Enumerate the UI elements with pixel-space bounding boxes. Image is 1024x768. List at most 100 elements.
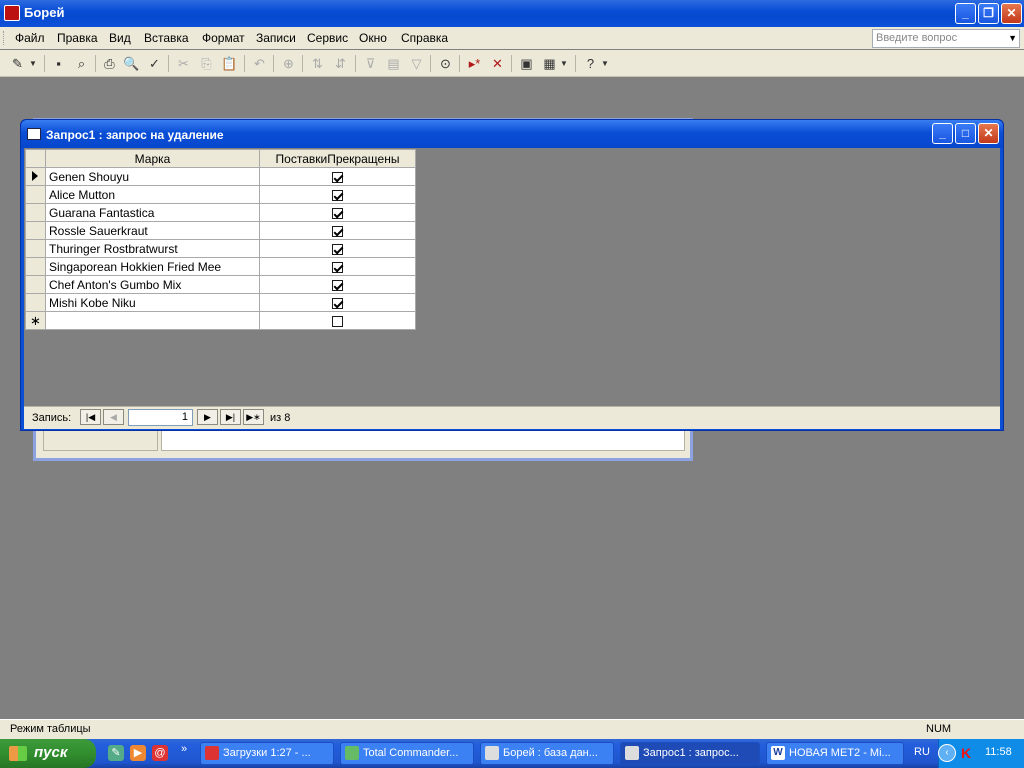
row-selector-new[interactable]: ∗ (25, 311, 46, 330)
app-title-bar[interactable]: Борей _ ❐ ✕ (0, 0, 1024, 27)
menu-grip[interactable] (3, 31, 6, 45)
discontinued-checkbox[interactable] (332, 297, 343, 309)
discontinued-checkbox[interactable] (332, 225, 343, 237)
discontinued-checkbox[interactable] (332, 207, 343, 219)
cell-discontinued[interactable] (259, 185, 416, 204)
row-selector[interactable] (25, 203, 46, 222)
next-record-button[interactable]: ▶ (197, 409, 218, 425)
menu-file[interactable]: Файл (15, 31, 45, 45)
cell-discontinued[interactable] (259, 275, 416, 294)
previous-record-button[interactable]: ◀ (103, 409, 124, 425)
menu-format[interactable]: Формат (202, 31, 245, 45)
cell-discontinued[interactable] (259, 293, 416, 312)
menu-edit[interactable]: Правка (57, 31, 98, 45)
discontinued-checkbox-new[interactable] (332, 315, 343, 327)
row-selector[interactable] (25, 293, 46, 312)
filter-by-selection-icon[interactable]: ⊽ (361, 54, 380, 73)
kaspersky-icon[interactable]: K (961, 745, 977, 761)
undo-icon[interactable]: ↶ (250, 54, 269, 73)
search-file-icon[interactable]: ⌕ (72, 54, 91, 73)
cell-brand[interactable]: Chef Anton's Gumbo Mix (45, 275, 260, 294)
discontinued-checkbox[interactable] (332, 261, 343, 273)
close-button[interactable]: ✕ (1001, 3, 1022, 24)
cell-brand[interactable]: Mishi Kobe Niku (45, 293, 260, 312)
cut-icon[interactable]: ✂ (174, 54, 193, 73)
ask-question-input[interactable]: Введите вопрос ▼ (872, 29, 1020, 48)
database-window-icon[interactable]: ▣ (517, 54, 536, 73)
sort-descending-icon[interactable]: ⇵ (331, 54, 350, 73)
discontinued-checkbox[interactable] (332, 279, 343, 291)
quicklaunch-media-icon[interactable]: ▶ (130, 745, 146, 761)
menu-tools[interactable]: Сервис (307, 31, 348, 45)
row-selector-current[interactable] (25, 167, 46, 186)
sort-ascending-icon[interactable]: ⇅ (308, 54, 327, 73)
menu-records[interactable]: Записи (256, 31, 296, 45)
menu-insert[interactable]: Вставка (144, 31, 189, 45)
query-window[interactable]: Запрос1 : запрос на удаление _ □ ✕ Марка… (20, 119, 1004, 431)
cell-discontinued[interactable] (259, 239, 416, 258)
cell-brand[interactable]: Thuringer Rostbratwurst (45, 239, 260, 258)
cell-brand[interactable]: Singaporean Hokkien Fried Mee (45, 257, 260, 276)
new-record-nav-button[interactable]: ▶∗ (243, 409, 264, 425)
task-word-document[interactable]: W НОВАЯ МЕТ2 - Mi... (766, 742, 904, 765)
access-app-icon[interactable] (4, 5, 20, 21)
query-minimize-button[interactable]: _ (932, 123, 953, 144)
task-downloads[interactable]: Загрузки 1:27 - ... (200, 742, 334, 765)
ask-dropdown-icon[interactable]: ▼ (1008, 30, 1017, 47)
menu-window[interactable]: Окно (359, 31, 387, 45)
task-query1[interactable]: Запрос1 : запрос... (620, 742, 760, 765)
current-record-input[interactable]: 1 (128, 409, 193, 426)
view-design-icon[interactable]: ✎ (8, 54, 27, 73)
find-icon[interactable]: ⊙ (436, 54, 455, 73)
help-icon[interactable]: ? (581, 54, 600, 73)
task-borey-db[interactable]: Борей : база дан... (480, 742, 614, 765)
query-close-button[interactable]: ✕ (978, 123, 999, 144)
new-object-icon[interactable]: ▦ (540, 54, 559, 73)
apply-filter-icon[interactable]: ▽ (407, 54, 426, 73)
quicklaunch-more-icon[interactable]: » (176, 741, 192, 757)
menu-help[interactable]: Справка (401, 31, 448, 45)
save-icon[interactable]: ▪ (49, 54, 68, 73)
cell-brand-new[interactable] (45, 311, 260, 330)
discontinued-checkbox[interactable] (332, 243, 343, 255)
cell-discontinued[interactable] (259, 203, 416, 222)
column-header-discontinued[interactable]: ПоставкиПрекращены (259, 149, 416, 168)
view-dropdown-icon[interactable]: ▼ (28, 54, 38, 73)
cell-discontinued[interactable] (259, 221, 416, 240)
cell-brand[interactable]: Alice Mutton (45, 185, 260, 204)
cell-brand[interactable]: Genen Shouyu (45, 167, 260, 186)
hyperlink-icon[interactable]: ⊕ (279, 54, 298, 73)
minimize-button[interactable]: _ (955, 3, 976, 24)
toolbar-options-icon[interactable]: ▼ (600, 54, 610, 73)
task-total-commander[interactable]: Total Commander... (340, 742, 474, 765)
quicklaunch-opera-icon[interactable]: @ (152, 745, 168, 761)
row-selector[interactable] (25, 185, 46, 204)
spelling-icon[interactable]: ✓ (145, 54, 164, 73)
discontinued-checkbox[interactable] (332, 189, 343, 201)
quicklaunch-edit-icon[interactable]: ✎ (108, 745, 124, 761)
show-hidden-icons-icon[interactable]: ‹ (938, 744, 956, 762)
cell-discontinued[interactable] (259, 257, 416, 276)
paste-icon[interactable]: 📋 (220, 54, 239, 73)
new-record-icon[interactable]: ▸* (465, 54, 484, 73)
print-icon[interactable]: ⎙ (100, 54, 119, 73)
row-selector[interactable] (25, 239, 46, 258)
last-record-button[interactable]: ▶| (220, 409, 241, 425)
cell-brand[interactable]: Rossle Sauerkraut (45, 221, 260, 240)
query-maximize-button[interactable]: □ (955, 123, 976, 144)
new-object-dropdown-icon[interactable]: ▼ (559, 54, 569, 73)
row-selector[interactable] (25, 221, 46, 240)
print-preview-icon[interactable]: 🔍 (122, 54, 141, 73)
query-window-icon[interactable] (27, 128, 41, 140)
row-selector[interactable] (25, 257, 46, 276)
select-all-corner[interactable] (25, 149, 46, 168)
language-indicator[interactable]: RU (914, 746, 930, 758)
cell-discontinued-new[interactable] (259, 311, 416, 330)
clock[interactable]: 11:58 (985, 746, 1012, 758)
copy-icon[interactable]: ⎘ (197, 54, 216, 73)
start-button[interactable]: пуск (0, 739, 96, 768)
menu-view[interactable]: Вид (109, 31, 131, 45)
cell-brand[interactable]: Guarana Fantastica (45, 203, 260, 222)
filter-by-form-icon[interactable]: ▤ (384, 54, 403, 73)
restore-button[interactable]: ❐ (978, 3, 999, 24)
